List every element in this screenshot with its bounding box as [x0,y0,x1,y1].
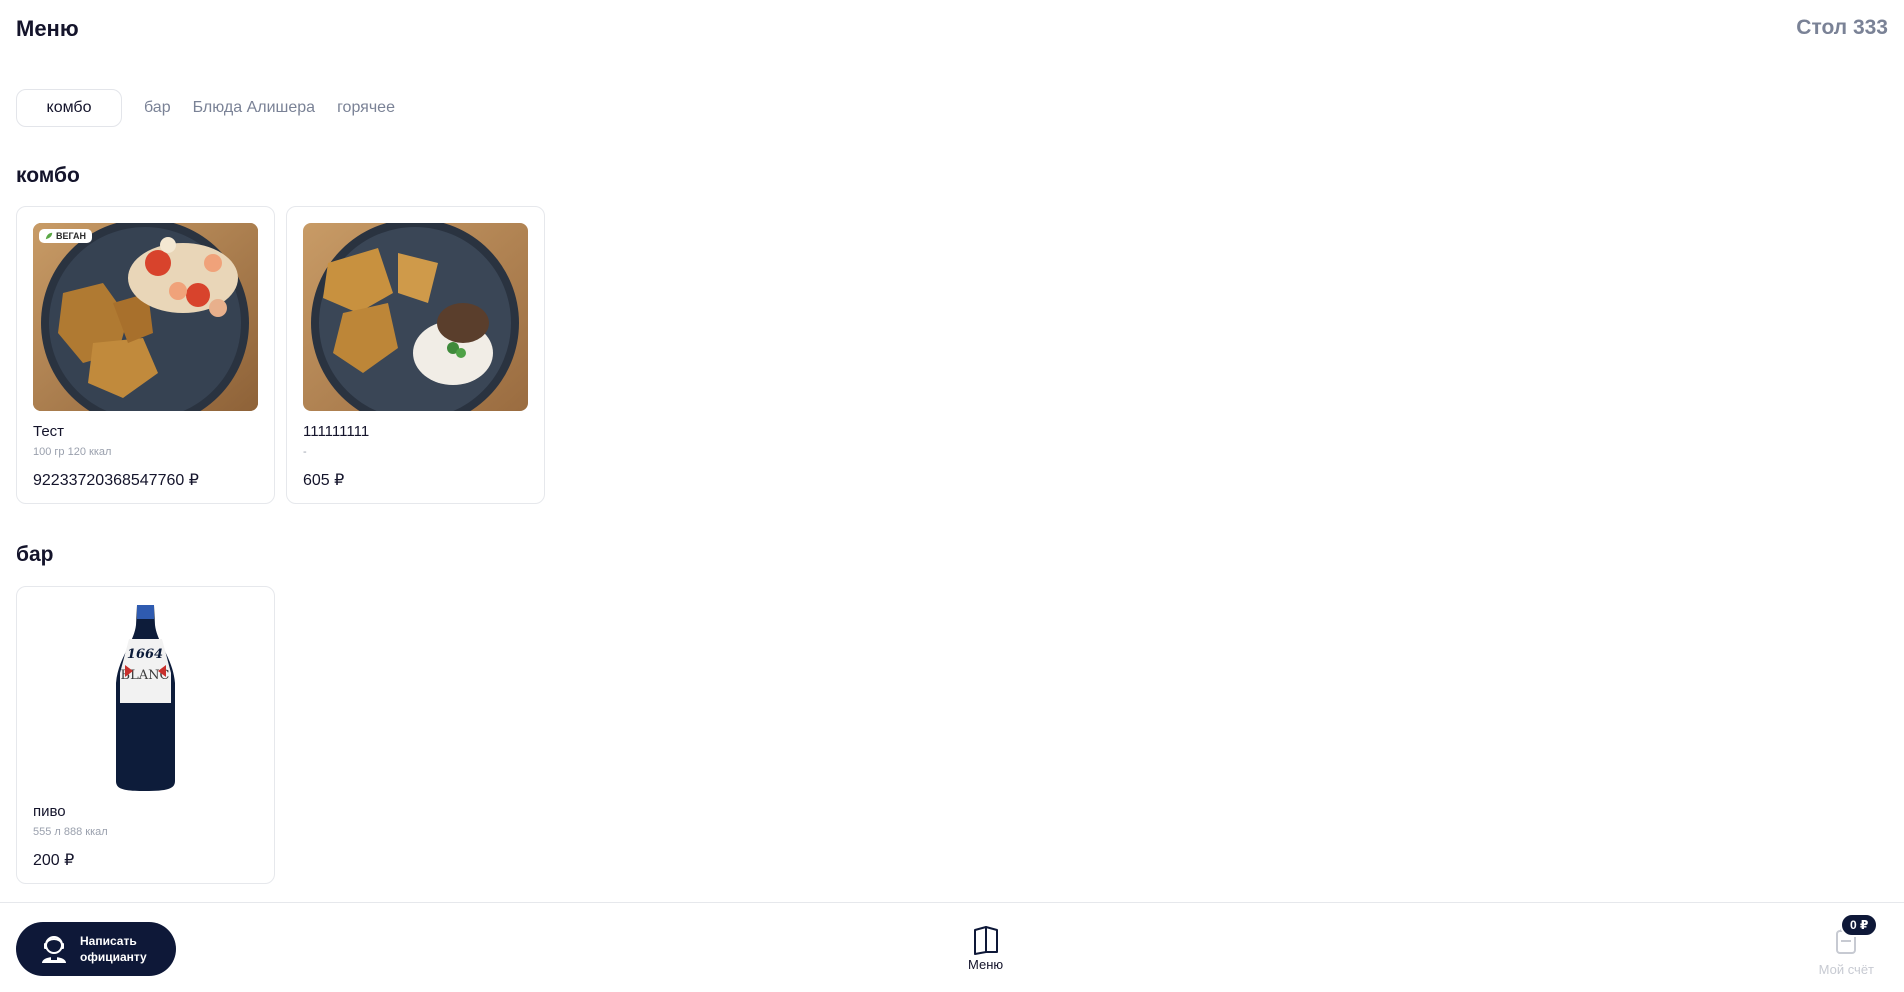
nav-my-bill[interactable]: 0 ₽ Мой счёт [1818,913,1879,977]
drink-image: 1664 BLANC [33,603,258,791]
table-label: Стол 333 [1796,16,1888,39]
vegan-badge: ВЕГАН [39,229,93,243]
waiter-icon [42,936,66,963]
tab-bar[interactable]: бар [144,99,171,117]
item-name: Тест [33,423,65,440]
section-title-combo: комбо [16,164,80,187]
item-name: 111111111 [303,423,370,440]
item-name: пиво [33,803,66,820]
nav-menu[interactable]: Меню [968,925,1003,972]
bill-amount-badge: 0 ₽ [1839,913,1879,937]
item-price: 200 ₽ [33,852,75,869]
dish-image: ВЕГАН [33,223,258,411]
combo-cards: ВЕГАН Тест 100 гр 120 ккал 9223372036854… [16,206,545,504]
bar-cards: 1664 BLANC пиво 555 л 888 ккал 200 ₽ [16,586,275,884]
menu-book-icon [973,926,998,955]
bottle-brand-number: 1664 [127,647,163,662]
item-meta: - [303,446,307,458]
call-waiter-button[interactable]: Написать официанту [16,922,176,976]
tab-alisher-dishes[interactable]: Блюда Алишера [193,99,315,117]
menu-item-card[interactable]: 111111111 - 605 ₽ [286,206,545,504]
page-title: Меню [16,16,79,41]
item-meta: 100 гр 120 ккал [33,446,112,458]
item-price: 605 ₽ [303,472,345,489]
nav-menu-label: Меню [968,957,1004,972]
nav-bill-label: Мой счёт [1818,962,1874,977]
tab-hot[interactable]: горячее [337,99,395,117]
call-waiter-label: Написать официанту [80,934,147,964]
menu-item-card[interactable]: ВЕГАН Тест 100 гр 120 ккал 9223372036854… [16,206,275,504]
item-meta: 555 л 888 ккал [33,826,108,838]
section-title-bar: бар [16,543,54,566]
bottom-bar: Написать официанту Меню 0 ₽ Мой счёт [0,902,1904,992]
badge-label: ВЕГАН [56,231,87,241]
item-price: 92233720368547760 ₽ [33,472,199,489]
leaf-icon [45,232,53,240]
dish-image [303,223,528,411]
menu-item-card[interactable]: 1664 BLANC пиво 555 л 888 ккал 200 ₽ [16,586,275,884]
tab-combo[interactable]: комбо [16,89,122,127]
category-tabs: комбо бар Блюда Алишера горячее [16,89,395,127]
